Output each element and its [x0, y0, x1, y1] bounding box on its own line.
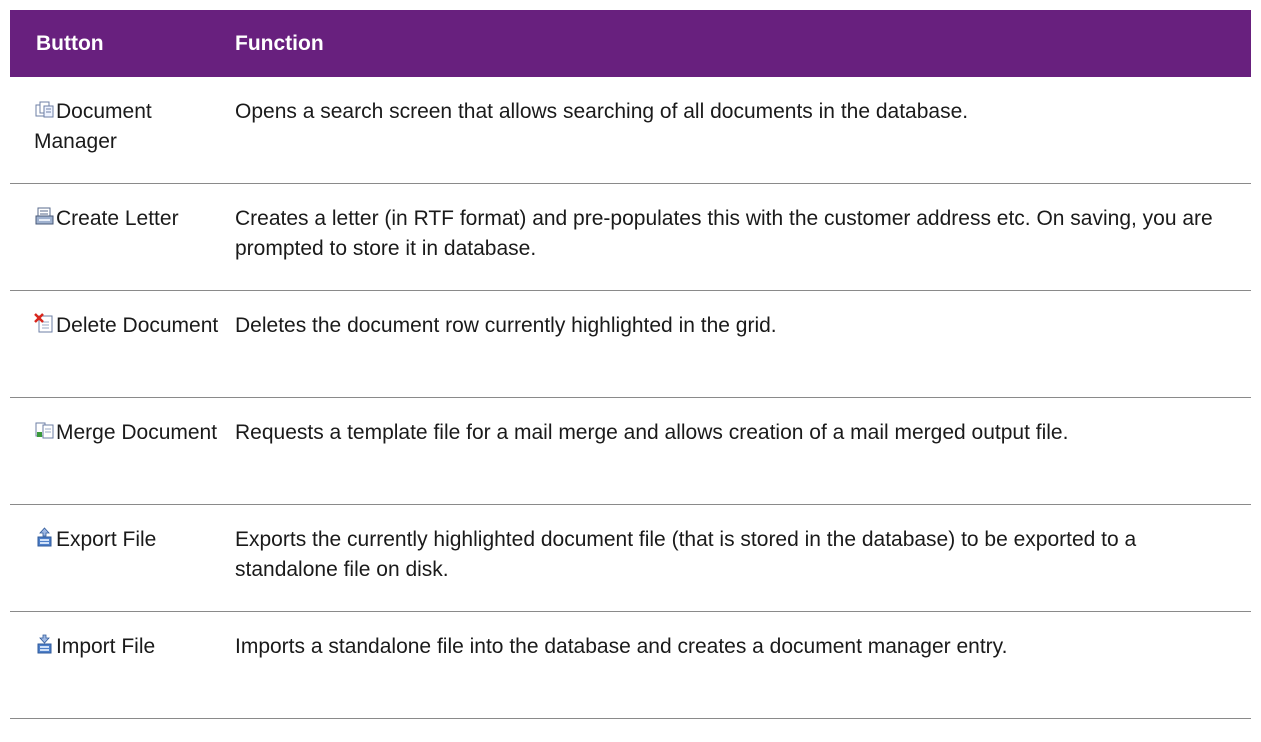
button-label: Import File [56, 635, 156, 658]
delete-document-icon [34, 313, 55, 334]
button-function-table: Button Function Document Manager Opens a… [10, 10, 1251, 719]
button-label: Create Letter [56, 207, 179, 230]
button-cell: Create Letter [10, 184, 235, 290]
function-cell: Exports the currently highlighted docume… [235, 528, 1137, 581]
table-row: Merge Document Requests a template file … [10, 398, 1251, 505]
table-row: Create Letter Creates a letter (in RTF f… [10, 184, 1251, 291]
function-cell: Opens a search screen that allows search… [235, 100, 969, 123]
function-cell: Requests a template file for a mail merg… [235, 421, 1069, 444]
table-header: Button Function [10, 10, 1251, 77]
button-cell: Merge Document [10, 398, 235, 504]
table-row: Import File Imports a standalone file in… [10, 612, 1251, 719]
create-letter-icon [34, 206, 55, 227]
merge-document-icon [34, 420, 55, 441]
table-row: Document Manager Opens a search screen t… [10, 77, 1251, 184]
import-file-icon [34, 634, 55, 655]
header-function: Function [235, 31, 324, 55]
button-cell: Delete Document [10, 291, 235, 397]
button-label: Export File [56, 528, 157, 551]
document-manager-icon [34, 99, 55, 120]
export-file-icon [34, 527, 55, 548]
button-cell: Import File [10, 612, 235, 718]
function-cell: Imports a standalone file into the datab… [235, 635, 1008, 658]
table-row: Delete Document Deletes the document row… [10, 291, 1251, 398]
table-row: Export File Exports the currently highli… [10, 505, 1251, 612]
header-button: Button [36, 31, 104, 55]
button-cell: Document Manager [10, 77, 235, 183]
function-cell: Deletes the document row currently highl… [235, 314, 777, 337]
button-cell: Export File [10, 505, 235, 611]
button-label: Merge Document [56, 421, 218, 444]
function-cell: Creates a letter (in RTF format) and pre… [235, 207, 1213, 260]
button-label: Delete Document [56, 314, 219, 337]
